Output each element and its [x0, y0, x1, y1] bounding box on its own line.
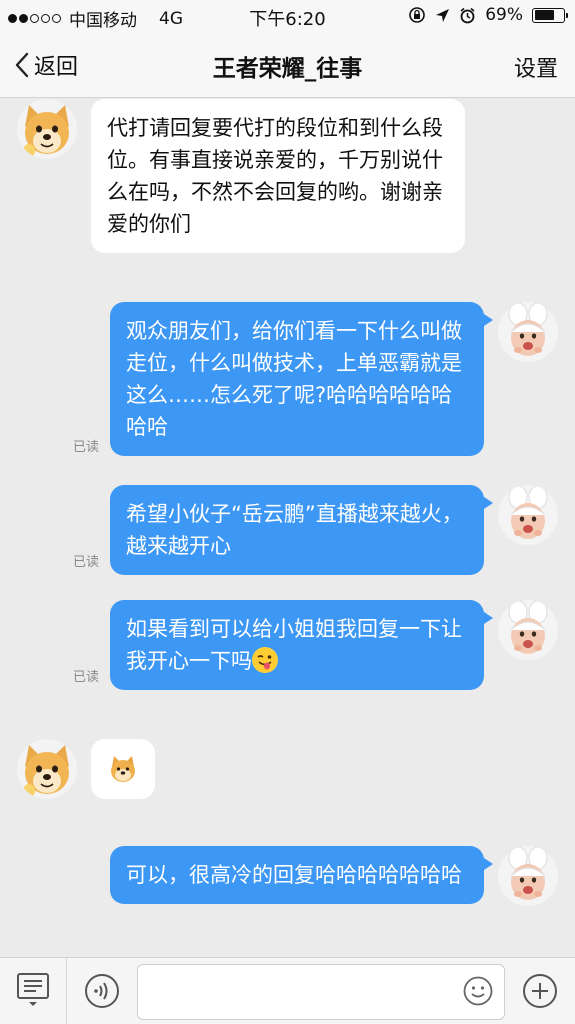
outgoing-message[interactable]: 希望小伙子“岳云鹏”直播越来越火，越来越开心: [110, 485, 493, 575]
my-avatar[interactable]: [498, 600, 558, 660]
contact-avatar[interactable]: [17, 99, 77, 159]
plus-icon: [523, 974, 557, 1008]
winking-tongue-emoji-icon: [252, 647, 278, 673]
add-attachment-button[interactable]: [522, 973, 558, 1013]
chevron-left-icon: [15, 52, 29, 78]
shiba-doge-avatar-icon: [17, 99, 77, 159]
nav-bar: 返回 王者荣耀_往事 设置: [0, 32, 575, 98]
voice-button[interactable]: [84, 973, 120, 1013]
keyboard-menu-icon: [17, 973, 49, 1006]
back-label: 返回: [34, 55, 79, 80]
input-bar: [0, 957, 575, 1024]
alarm-icon: [460, 7, 475, 23]
input-bar-divider: [66, 958, 67, 1024]
message-text: 观众朋友们，给你们看一下什么叫做走位，什么叫做技术，上单恶霸就是这么……怎么死了…: [126, 319, 462, 439]
voice-icon: [85, 974, 119, 1008]
settings-button[interactable]: 设置: [514, 51, 558, 83]
read-status: 已读: [73, 670, 100, 685]
baby-bunny-ears-avatar-icon: [498, 302, 558, 362]
shiba-doge-avatar-icon: [17, 739, 77, 799]
outgoing-message[interactable]: 可以，很高冷的回复哈哈哈哈哈哈哈: [110, 846, 493, 904]
doge-sticker-icon: [111, 756, 135, 782]
read-status: 已读: [73, 440, 100, 455]
status-right: 69%: [408, 5, 568, 25]
status-bar: 中国移动 4G 下午6:20 69%: [0, 0, 575, 32]
page-title: 王者荣耀_往事: [212, 56, 363, 82]
message-text: 可以，很高冷的回复哈哈哈哈哈哈哈: [126, 863, 462, 887]
incoming-message[interactable]: 代打请回复要代打的段位和到什么段位。有事直接说亲爱的，千万别说什么在吗，不然不会…: [91, 99, 465, 253]
message-text: 代打请回复要代打的段位和到什么段位。有事直接说亲爱的，千万别说什么在吗，不然不会…: [107, 116, 443, 236]
emoji-icon: [463, 976, 493, 1006]
outgoing-message[interactable]: 如果看到可以给小姐姐我回复一下让我开心一下吗: [110, 600, 493, 690]
incoming-sticker-message[interactable]: [91, 739, 155, 799]
baby-bunny-ears-avatar-icon: [498, 485, 558, 545]
message-text: 如果看到可以给小姐姐我回复一下让我开心一下吗: [126, 617, 462, 673]
read-status: 已读: [73, 555, 100, 570]
orientation-lock-icon: [409, 7, 426, 23]
baby-bunny-ears-avatar-icon: [498, 600, 558, 660]
battery-icon: [532, 7, 568, 23]
battery-fill: [534, 10, 554, 20]
location-arrow-icon: [436, 8, 450, 22]
chat-message-list[interactable]: 代打请回复要代打的段位和到什么段位。有事直接说亲爱的，千万别说什么在吗，不然不会…: [0, 99, 575, 957]
outgoing-message[interactable]: 观众朋友们，给你们看一下什么叫做走位，什么叫做技术，上单恶霸就是这么……怎么死了…: [110, 302, 493, 456]
message-text: 希望小伙子“岳云鹏”直播越来越火，越来越开心: [126, 502, 463, 558]
back-button[interactable]: 返回: [14, 49, 78, 81]
contact-avatar[interactable]: [17, 739, 77, 799]
emoji-button[interactable]: [463, 976, 493, 1010]
keyboard-menu-button[interactable]: [16, 972, 50, 1012]
message-input[interactable]: [137, 964, 505, 1020]
my-avatar[interactable]: [498, 302, 558, 362]
my-avatar[interactable]: [498, 846, 558, 906]
my-avatar[interactable]: [498, 485, 558, 545]
battery-percent: 69%: [485, 5, 523, 25]
baby-bunny-ears-avatar-icon: [498, 846, 558, 906]
